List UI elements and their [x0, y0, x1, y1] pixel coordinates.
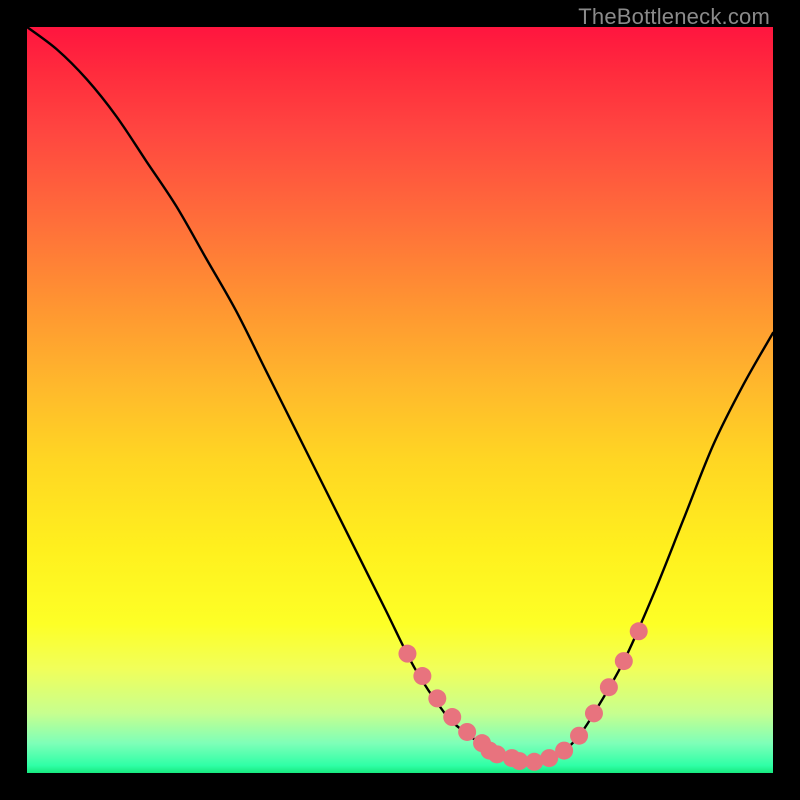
curve-dot — [615, 652, 633, 670]
curve-dot-markers — [398, 622, 647, 771]
curve-dot — [428, 689, 446, 707]
chart-svg-layer — [27, 27, 773, 773]
curve-dot — [413, 667, 431, 685]
curve-dot — [570, 727, 588, 745]
chart-frame: TheBottleneck.com — [0, 0, 800, 800]
curve-dot — [458, 723, 476, 741]
curve-dot — [443, 708, 461, 726]
curve-dot — [600, 678, 618, 696]
curve-dot — [585, 704, 603, 722]
curve-dot — [630, 622, 648, 640]
curve-dot — [555, 742, 573, 760]
watermark-text: TheBottleneck.com — [578, 4, 770, 30]
curve-dot — [398, 645, 416, 663]
